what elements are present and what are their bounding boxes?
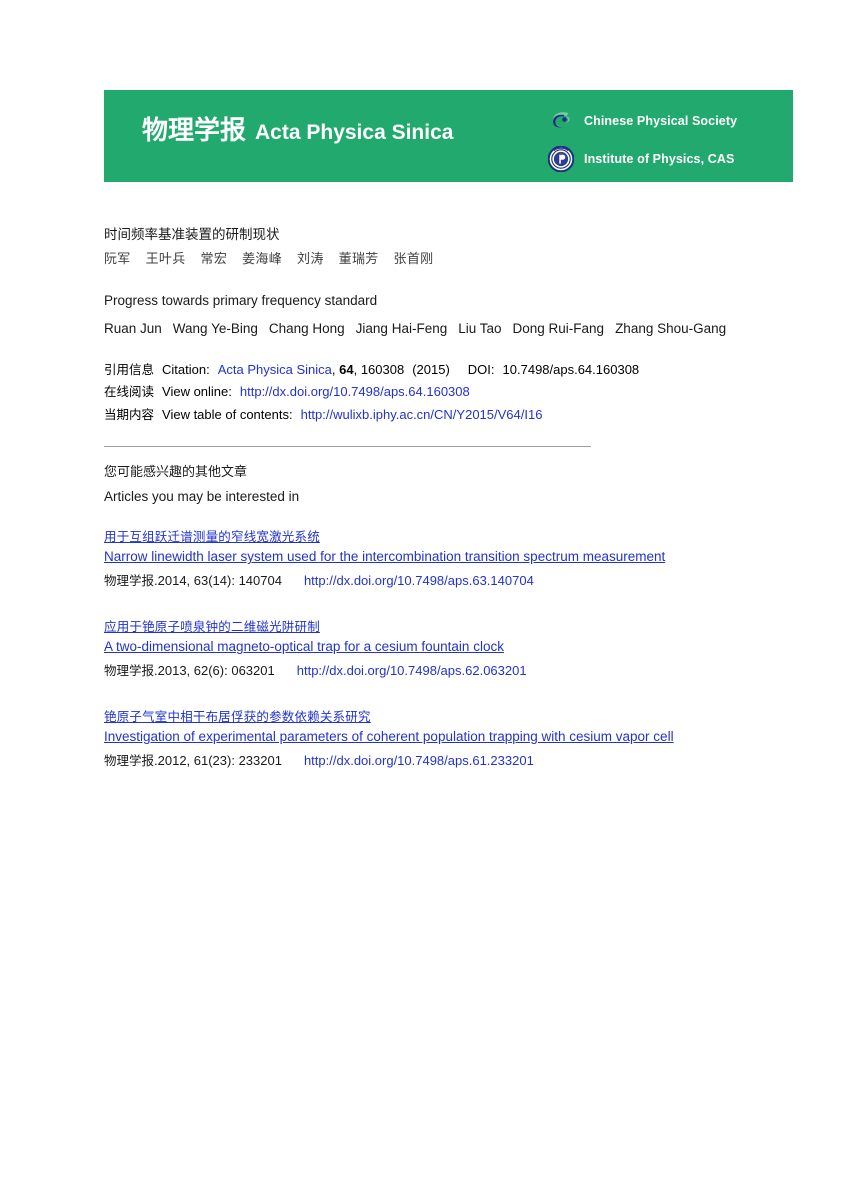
related-meta-text: .2014, 63(14): 140704 bbox=[154, 572, 282, 588]
section-divider bbox=[104, 446, 591, 447]
related-articles-list: 用于互组跃迁谱测量的窄线宽激光系统 Narrow linewidth laser… bbox=[104, 527, 824, 796]
author-en: Zhang Shou-Gang bbox=[615, 321, 727, 337]
related-doi-url[interactable]: http://dx.doi.org/10.7498/aps.61.233201 bbox=[304, 753, 534, 768]
author-en: Chang Hong bbox=[268, 321, 345, 337]
organization-row-iop: Institute of Physics, CAS bbox=[547, 142, 788, 175]
article-authors-english: Ruan Jun Wang Ye-Bing Chang Hong Jiang Hai-… bbox=[104, 318, 776, 340]
view-toc-label-chinese: 当期内容 bbox=[104, 406, 155, 422]
related-meta: 物理学报.2012, 61(23): 233201 http://dx.doi.o… bbox=[104, 751, 824, 772]
author-en: Jiang Hai-Feng bbox=[355, 321, 448, 337]
cps-swoosh-logo-icon bbox=[548, 108, 574, 134]
author-cn: 常宏 bbox=[200, 252, 228, 268]
article-authors-chinese: 阮军 王叶兵 常宏 姜海峰 刘涛 董瑞芳 张首刚 bbox=[104, 250, 764, 271]
view-toc-line: 当期内容 View table of contents: http://wulixb… bbox=[104, 404, 804, 426]
author-cn: 董瑞芳 bbox=[338, 252, 379, 268]
author-en: Ruan Jun bbox=[104, 321, 162, 337]
view-toc-url[interactable]: http://wulixb.iphy.ac.cn/CN/Y2015/V64/I1… bbox=[301, 407, 543, 422]
journal-title-chinese: 物理学报 bbox=[142, 116, 247, 146]
related-title-chinese[interactable]: 应用于铯原子喷泉钟的二维磁光阱研制 bbox=[104, 619, 320, 634]
related-doi-url[interactable]: http://dx.doi.org/10.7498/aps.63.140704 bbox=[304, 573, 534, 588]
author-en: Dong Rui-Fang bbox=[512, 321, 605, 337]
related-articles-heading-block: 您可能感兴趣的其他文章 Articles you may be interest… bbox=[104, 463, 804, 508]
doi-value: 10.7498/aps.64.160308 bbox=[502, 362, 640, 377]
citation-block: 引用信息 Citation: Acta Physica Sinica, 64, 16… bbox=[104, 359, 804, 426]
author-en: Liu Tao bbox=[458, 321, 502, 337]
article-title-english: Progress towards primary frequency stand… bbox=[104, 293, 378, 309]
related-meta: 物理学报.2014, 63(14): 140704 http://dx.doi.o… bbox=[104, 571, 824, 592]
author-cn: 张首刚 bbox=[393, 252, 434, 268]
citation-comma2: , bbox=[353, 362, 361, 377]
related-title-english[interactable]: Narrow linewidth laser system used for t… bbox=[104, 549, 665, 564]
related-heading-chinese: 您可能感兴趣的其他文章 bbox=[104, 465, 248, 480]
doi-label: DOI: bbox=[467, 362, 495, 377]
publisher-organizations: Chinese Physical Society Institute of Ph… bbox=[547, 104, 788, 180]
citation-year: (2015) bbox=[412, 362, 450, 377]
view-online-label-english: View online: bbox=[162, 384, 232, 400]
view-online-url[interactable]: http://dx.doi.org/10.7498/aps.64.160308 bbox=[240, 384, 470, 399]
related-article-item: 应用于铯原子喷泉钟的二维磁光阱研制 A two-dimensional magn… bbox=[104, 617, 824, 682]
view-online-label-chinese: 在线阅读 bbox=[104, 384, 155, 400]
related-title-chinese[interactable]: 用于互组跃迁谱测量的窄线宽激光系统 bbox=[104, 529, 320, 544]
article-title-block: 时间频率基准装置的研制现状 阮军 王叶兵 常宏 姜海峰 刘涛 董瑞芳 张首刚 Progres… bbox=[104, 225, 764, 340]
related-meta: 物理学报.2013, 62(6): 063201 http://dx.doi.or… bbox=[104, 661, 824, 682]
related-heading-english: Articles you may be interested in bbox=[104, 489, 300, 505]
related-meta-text: .2012, 61(23): 233201 bbox=[154, 752, 282, 768]
related-title-english[interactable]: Investigation of experimental parameters… bbox=[104, 729, 674, 744]
journal-title-english: Acta Physica Sinica bbox=[255, 121, 454, 144]
iop-cas-seal-logo-icon bbox=[547, 145, 575, 172]
citation-line: 引用信息 Citation: Acta Physica Sinica, 64, 16… bbox=[104, 359, 804, 381]
related-article-item: 铯原子气室中相干布居俘获的参数依赖关系研究 Investigation of e… bbox=[104, 707, 824, 772]
organization-row-cps: Chinese Physical Society bbox=[548, 104, 788, 137]
related-meta-text: .2013, 62(6): 063201 bbox=[154, 662, 275, 678]
related-article-item: 用于互组跃迁谱测量的窄线宽激光系统 Narrow linewidth laser… bbox=[104, 527, 824, 592]
related-journal-chinese: 物理学报 bbox=[104, 752, 155, 768]
author-cn: 阮军 bbox=[104, 252, 131, 268]
author-en: Wang Ye-Bing bbox=[172, 321, 258, 337]
document-page: 物理学报 Acta Physica Sinica Chinese Physica… bbox=[0, 0, 850, 1202]
related-journal-chinese: 物理学报 bbox=[104, 572, 155, 588]
organization-label-cps: Chinese Physical Society bbox=[584, 113, 738, 128]
view-toc-label-english: View table of contents: bbox=[162, 406, 293, 422]
journal-masthead: 物理学报 Acta Physica Sinica bbox=[142, 118, 453, 144]
author-cn: 姜海峰 bbox=[242, 252, 283, 268]
view-online-line: 在线阅读 View online: http://dx.doi.org/10.749… bbox=[104, 381, 804, 403]
citation-volume: 64 bbox=[339, 362, 354, 377]
journal-header-banner: 物理学报 Acta Physica Sinica Chinese Physica… bbox=[104, 90, 793, 182]
article-title-chinese: 时间频率基准装置的研制现状 bbox=[104, 227, 280, 243]
related-journal-chinese: 物理学报 bbox=[104, 662, 155, 678]
citation-label-english: Citation: bbox=[162, 362, 210, 377]
citation-journal-link[interactable]: Acta Physica Sinica bbox=[218, 362, 332, 377]
citation-article-number: 160308 bbox=[360, 362, 405, 377]
related-doi-url[interactable]: http://dx.doi.org/10.7498/aps.62.063201 bbox=[297, 663, 527, 678]
author-cn: 刘涛 bbox=[297, 252, 324, 268]
related-title-chinese[interactable]: 铯原子气室中相干布居俘获的参数依赖关系研究 bbox=[104, 709, 371, 724]
citation-label-chinese: 引用信息 bbox=[104, 362, 155, 377]
related-title-english[interactable]: A two-dimensional magneto-optical trap f… bbox=[104, 639, 504, 654]
organization-label-iop: Institute of Physics, CAS bbox=[584, 151, 735, 166]
author-cn: 王叶兵 bbox=[145, 252, 186, 268]
